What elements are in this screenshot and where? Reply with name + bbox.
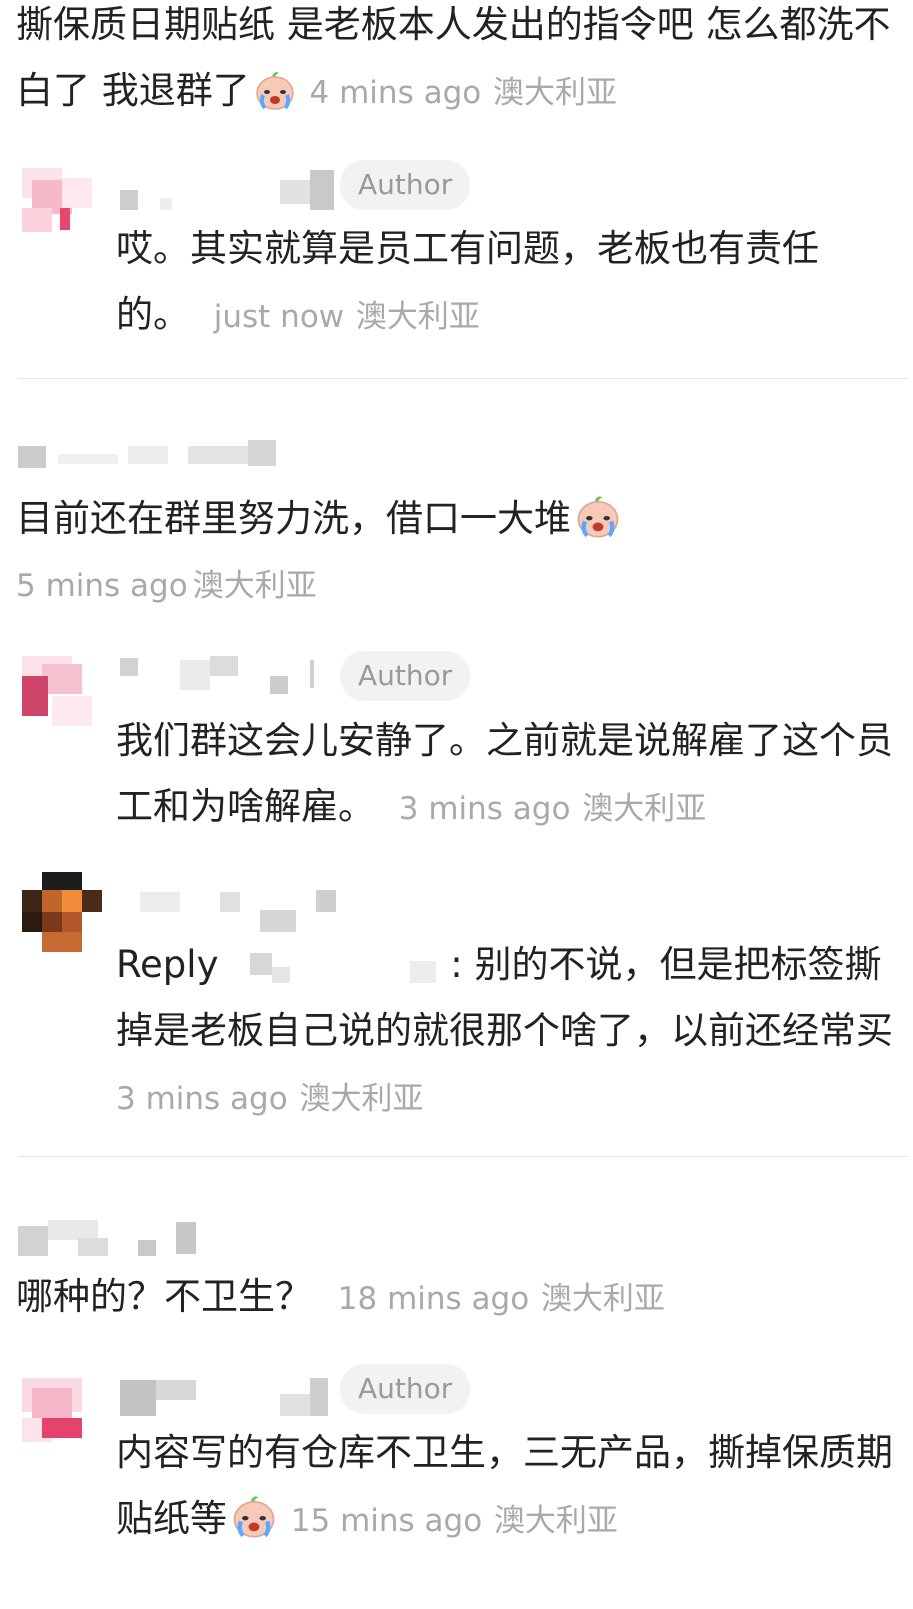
reply-2-2-text: Reply : 别的不说，但是把标签撕掉是老板自己说的就很那个啥了，以前还经常买… xyxy=(116,932,896,1132)
reply-2-2-location: 澳大利亚 xyxy=(299,1081,424,1117)
crying-face-emoji xyxy=(252,67,298,134)
author-badge-label: Author xyxy=(358,1372,453,1405)
comment-2-meta: 5 mins ago 澳大利亚 xyxy=(16,560,317,605)
crying-face-emoji xyxy=(229,1491,279,1562)
avatar[interactable] xyxy=(22,656,102,736)
author-badge-label: Author xyxy=(358,168,453,201)
username-blurred[interactable] xyxy=(120,886,380,934)
comment-1-text: 撕保质日期贴纸 是老板本人发出的指令吧 怎么都洗不白了 我退群了 4 mins … xyxy=(16,0,896,134)
divider xyxy=(18,1156,908,1157)
comment-2-text: 目前还在群里努力洗，借口一大堆 xyxy=(16,486,896,562)
comment-2-body: 目前还在群里努力洗，借口一大堆 xyxy=(16,497,571,540)
reply-2-2-time: 3 mins ago xyxy=(116,1081,288,1117)
reply-1-1-location: 澳大利亚 xyxy=(355,299,480,335)
author-badge: Author xyxy=(340,1364,471,1414)
avatar[interactable] xyxy=(22,168,102,248)
reply-2-1-location: 澳大利亚 xyxy=(582,791,707,827)
comment-3-body: 哪种的？不卫生？ xyxy=(16,1275,312,1318)
avatar[interactable] xyxy=(22,872,102,952)
author-badge-label: Author xyxy=(358,659,453,692)
comment-1-time: 4 mins ago xyxy=(309,75,482,111)
username-blurred[interactable] xyxy=(120,1376,340,1424)
reply-prefix: Reply xyxy=(116,943,219,986)
comment-3-location: 澳大利亚 xyxy=(540,1281,665,1317)
reply-3-1-text: 内容写的有仓库不卫生，三无产品，撕掉保质期贴纸等 15 mins ago 澳大利… xyxy=(116,1420,896,1562)
comment-3-time: 18 mins ago xyxy=(337,1281,530,1317)
username-blurred[interactable] xyxy=(120,656,340,704)
username-blurred[interactable] xyxy=(120,170,340,218)
author-badge: Author xyxy=(340,160,471,210)
author-badge: Author xyxy=(340,651,471,701)
comment-3-text: 哪种的？不卫生？ 18 mins ago 澳大利亚 xyxy=(16,1264,896,1332)
reply-2-1-text: 我们群这会儿安静了。之前就是说解雇了这个员工和为啥解雇。 3 mins ago … xyxy=(116,708,896,842)
username-blurred[interactable] xyxy=(18,1216,218,1264)
avatar[interactable] xyxy=(22,1378,102,1458)
crying-face-emoji xyxy=(573,491,623,562)
reply-3-1-location: 澳大利亚 xyxy=(493,1503,618,1539)
comment-2-location: 澳大利亚 xyxy=(192,568,317,604)
username-blurred[interactable] xyxy=(18,438,278,486)
divider xyxy=(18,378,908,379)
comment-2-time: 5 mins ago xyxy=(16,568,188,604)
reply-1-1-text: 哎。其实就算是员工有问题，老板也有责任的。 just now 澳大利亚 xyxy=(116,216,876,350)
reply-3-1-time: 15 mins ago xyxy=(290,1503,483,1539)
comment-1-location: 澳大利亚 xyxy=(492,75,617,111)
reply-target-blurred[interactable] xyxy=(230,947,450,983)
reply-2-1-time: 3 mins ago xyxy=(398,791,571,827)
reply-1-1-time: just now xyxy=(213,299,345,335)
